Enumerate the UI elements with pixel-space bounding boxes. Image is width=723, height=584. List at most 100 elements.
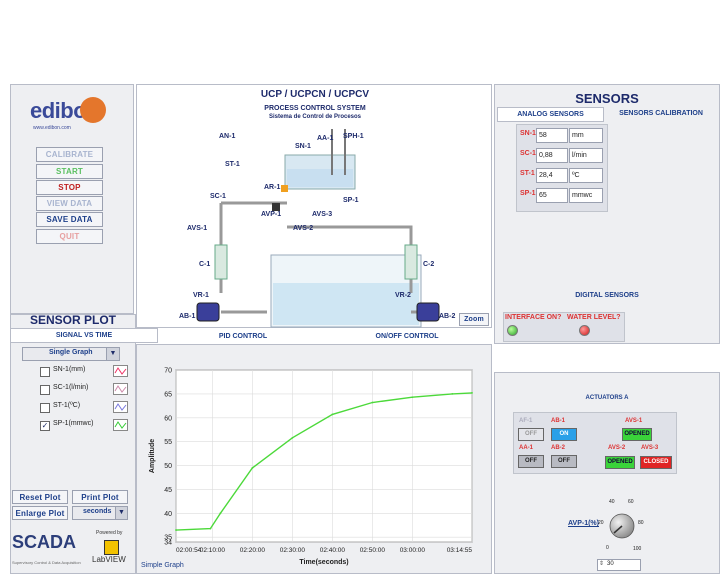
avs2-opened-button[interactable]: OPENED	[605, 456, 635, 469]
channel-label: SN-1(mm)	[53, 366, 86, 373]
x-tick-label: 02:40:00	[320, 547, 346, 554]
sensor-name: SC-1	[520, 150, 536, 157]
graph-mode-select[interactable]: Single Graph ▼	[22, 347, 120, 361]
stepper-icon[interactable]: ⇕	[599, 560, 604, 567]
tab-pid-control[interactable]: PID CONTROL	[166, 330, 320, 343]
ab2-off-button[interactable]: OFF	[551, 455, 577, 468]
y-tick-label: 45	[164, 487, 172, 494]
sensor-row-st1: ST-1 28,4 ºC	[518, 167, 638, 185]
labview-label: LabVIEW	[92, 555, 126, 564]
time-unit-value: seconds	[83, 508, 112, 515]
avp1-label: AVP-1(%)	[568, 520, 599, 527]
tab-analog-sensors[interactable]: ANALOG SENSORS	[497, 107, 604, 122]
sp1-data-point	[291, 436, 294, 439]
save-data-button[interactable]: SAVE DATA	[36, 212, 103, 227]
avp1-value-field[interactable]: ⇕ 30	[597, 559, 641, 571]
label-sp1: SP-1	[343, 197, 359, 204]
powered-by-label: Powered by	[96, 530, 123, 536]
enlarge-plot-button[interactable]: Enlarge Plot	[12, 506, 68, 520]
channel-label: SC-1(l/min)	[53, 384, 89, 391]
chevron-down-icon[interactable]: ▼	[106, 348, 119, 360]
avp1-value: 30	[607, 561, 614, 567]
label-af1: AF-1	[519, 418, 533, 424]
channel-label: SP-1(mmwc)	[53, 420, 94, 427]
diagram-subtitle-es: Sistema de Control de Procesos	[268, 114, 362, 120]
scada-logo-text: SCADA	[12, 532, 77, 552]
tab-onoff-control[interactable]: ON/OFF CONTROL	[322, 330, 492, 343]
zoom-button[interactable]: Zoom	[459, 313, 489, 326]
knob-tick-60: 60	[628, 499, 634, 505]
knob-tick-20: 20	[598, 520, 604, 526]
label-ar1: AR-1	[264, 184, 281, 191]
avs3-closed-button[interactable]: CLOSED	[640, 456, 672, 469]
y-tick-label: 35	[164, 535, 172, 542]
label-aa1-actuator: AA-1	[519, 445, 534, 451]
label-aa1: AA-1	[317, 135, 334, 142]
print-plot-button[interactable]: Print Plot	[72, 490, 128, 504]
x-tick-label: 02:10:00	[200, 547, 226, 554]
interface-on-label: INTERFACE ON?	[505, 314, 562, 321]
checkbox-checked-icon[interactable]: ✓	[40, 421, 50, 431]
sensors-panel	[494, 84, 720, 344]
water-level-led	[579, 325, 590, 336]
label-ab1-actuator: AB-1	[551, 418, 566, 424]
x-tick-label: 02:20:00	[240, 547, 266, 554]
sp1-data-point	[471, 392, 473, 394]
sensor-plot-title: SENSOR PLOT	[29, 313, 116, 327]
scada-subtitle: Supervisory Control & Data Acquisition	[12, 560, 81, 565]
process-diagram: UCP / UCPCN / UCPCV PROCESS CONTROL SYST…	[136, 84, 492, 328]
view-data-button[interactable]: VIEW DATA	[36, 196, 103, 211]
y-tick-label: 70	[164, 368, 172, 375]
ab1-on-button[interactable]: ON	[551, 428, 577, 441]
checkbox[interactable]	[40, 367, 50, 377]
avp1-knob[interactable]	[596, 496, 652, 556]
lower-tank-water	[273, 283, 419, 325]
actuators-title: ACTUATORS A	[585, 395, 629, 401]
af1-off-button[interactable]: OFF	[518, 428, 544, 441]
pump-ab1	[196, 302, 220, 322]
label-ab2-actuator: AB-2	[551, 445, 566, 451]
interface-on-led	[507, 325, 518, 336]
flowmeter-c2	[404, 244, 418, 280]
calibrate-button[interactable]: CALIBRATE	[36, 147, 103, 162]
stop-button[interactable]: STOP	[36, 180, 103, 195]
label-vr2: VR-2	[395, 292, 411, 299]
label-ab1: AB-1	[179, 313, 196, 320]
sensor-value: 0,88	[536, 148, 568, 163]
sensor-value: 65	[536, 188, 568, 203]
quit-button[interactable]: QUIT	[36, 229, 103, 244]
time-unit-select[interactable]: seconds ▼	[72, 506, 128, 520]
sp1-time-chart[interactable]: 34354045505560657002:00:5402:10:00 02:20:…	[136, 344, 492, 574]
label-avs1: AVS-1	[187, 225, 208, 232]
sp1-data-point	[411, 396, 414, 399]
sensors-title: SENSORS	[575, 91, 639, 106]
sensor-name: ST-1	[520, 170, 535, 177]
sensor-unit: ºC	[569, 168, 603, 183]
label-ab2: AB-2	[439, 313, 456, 320]
tab-signal-vs-time[interactable]: SIGNAL VS TIME	[10, 328, 158, 343]
x-axis-label: Time(seconds)	[299, 559, 348, 566]
y-tick-label: 60	[164, 415, 172, 422]
reset-plot-button[interactable]: Reset Plot	[12, 490, 68, 504]
flowmeter-c1	[214, 244, 228, 280]
label-avs2-actuator: AVS-2	[608, 445, 626, 451]
label-avs2: AVS-2	[293, 225, 314, 232]
graph-mode-value: Single Graph	[49, 349, 93, 356]
avs1-opened-button[interactable]: OPENED	[622, 428, 652, 441]
x-tick-label: 03:00:00	[400, 547, 426, 554]
y-tick-label: 50	[164, 463, 172, 470]
aa1-off-button[interactable]: OFF	[518, 455, 544, 468]
start-button[interactable]: START	[36, 164, 103, 179]
chevron-down-icon[interactable]: ▼	[115, 507, 127, 519]
knob-tick-40: 40	[609, 499, 615, 505]
label-avp1: AVP-1	[261, 211, 282, 218]
tab-sensors-calibration[interactable]: SENSORS CALIBRATION	[604, 107, 718, 120]
sp1-data-point	[175, 529, 177, 531]
checkbox[interactable]	[40, 403, 50, 413]
x-tick-label: 02:50:00	[360, 547, 386, 554]
logo-circle	[80, 97, 106, 123]
scada-logo: SCADA	[12, 532, 76, 553]
checkbox[interactable]	[40, 385, 50, 395]
y-tick-label: 55	[164, 439, 172, 446]
brand-url: www.edibon.com	[33, 125, 71, 131]
